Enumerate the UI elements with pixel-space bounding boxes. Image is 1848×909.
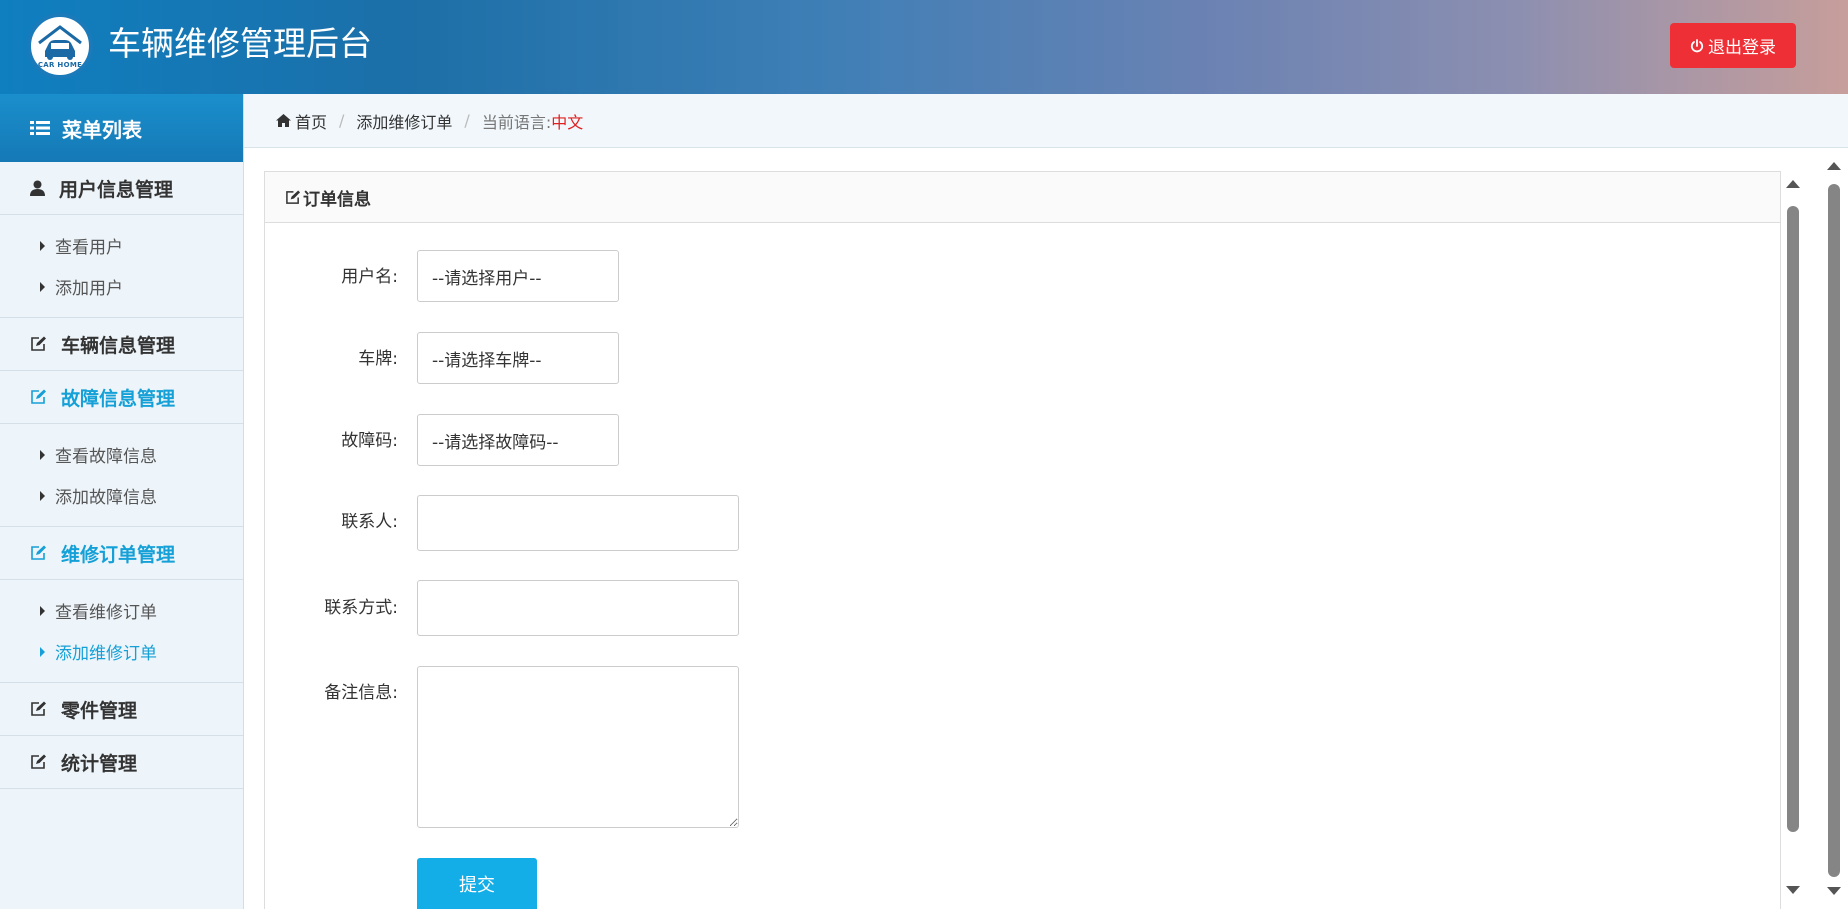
menu-group-vehicle[interactable]: 车辆信息管理	[0, 318, 243, 371]
menu-group-statistics[interactable]: 统计管理	[0, 736, 243, 789]
sidebar-item-add-user[interactable]: 添加用户	[0, 266, 243, 307]
scroll-down-arrow-icon[interactable]	[1786, 886, 1800, 894]
language-label: 当前语言:	[481, 112, 552, 132]
edit-icon	[31, 389, 46, 404]
submenu-user: 查看用户 添加用户	[0, 215, 243, 318]
caret-right-icon	[40, 449, 45, 460]
breadcrumb-home[interactable]: 首页	[295, 109, 327, 133]
caret-right-icon	[40, 605, 45, 616]
logout-label: 退出登录	[1708, 38, 1776, 58]
menu-group-user[interactable]: 用户信息管理	[0, 162, 243, 215]
plate-select-value: --请选择车牌--	[432, 350, 542, 371]
sidebar-item-label: 添加维修订单	[55, 644, 157, 664]
logout-button[interactable]: 退出登录	[1670, 23, 1796, 68]
menu-group-label: 零件管理	[61, 699, 138, 722]
language-value[interactable]: 中文	[551, 109, 583, 133]
sidebar-item-add-order[interactable]: 添加维修订单	[0, 631, 243, 672]
breadcrumb-separator: /	[464, 111, 470, 130]
list-icon	[30, 121, 50, 135]
sidebar-item-label: 查看故障信息	[55, 447, 157, 467]
contact-input[interactable]	[417, 495, 739, 551]
sidebar: 菜单列表 用户信息管理 查看用户 添加用户 车辆信息管理 故障信息管理 查看故障…	[0, 94, 244, 909]
scrollbar-thumb[interactable]	[1828, 184, 1840, 877]
menu-group-label: 用户信息管理	[59, 178, 174, 201]
submenu-repair-order: 查看维修订单 添加维修订单	[0, 580, 243, 683]
user-label: 用户名:	[341, 267, 398, 287]
plate-label: 车牌:	[358, 349, 398, 369]
submit-button[interactable]: 提交	[417, 858, 537, 909]
plate-select[interactable]: --请选择车牌--	[417, 332, 619, 384]
menu-group-label: 车辆信息管理	[61, 334, 176, 357]
menu-group-label: 维修订单管理	[61, 543, 176, 566]
fault-code-select-value: --请选择故障码--	[432, 432, 559, 453]
phone-input[interactable]	[417, 580, 739, 636]
panel-header: 订单信息	[265, 172, 1780, 223]
phone-label: 联系方式:	[324, 598, 398, 618]
edit-icon	[31, 701, 46, 716]
menu-group-parts[interactable]: 零件管理	[0, 683, 243, 736]
submenu-fault: 查看故障信息 添加故障信息	[0, 424, 243, 527]
sidebar-item-add-fault[interactable]: 添加故障信息	[0, 475, 243, 516]
edit-icon	[31, 545, 46, 560]
edit-icon	[31, 336, 46, 351]
sidebar-item-label: 查看维修订单	[55, 603, 157, 623]
logo-text: CAR HOME	[37, 61, 83, 69]
edit-icon	[31, 754, 46, 769]
sidebar-item-view-faults[interactable]: 查看故障信息	[0, 434, 243, 475]
caret-right-icon	[40, 490, 45, 501]
page-scrollbar[interactable]	[1827, 160, 1841, 909]
scrollbar-thumb[interactable]	[1787, 206, 1799, 832]
breadcrumb-current[interactable]: 添加维修订单	[356, 109, 452, 133]
menu-list-label: 菜单列表	[62, 117, 142, 142]
edit-icon	[286, 189, 301, 204]
caret-right-icon	[40, 240, 45, 251]
user-select-value: --请选择用户--	[432, 268, 542, 289]
menu-group-label: 统计管理	[61, 752, 138, 775]
sidebar-item-label: 添加故障信息	[55, 488, 157, 508]
power-icon	[1690, 38, 1704, 52]
caret-right-icon	[40, 646, 45, 657]
menu-group-label: 故障信息管理	[61, 387, 176, 410]
breadcrumb-separator: /	[339, 111, 345, 130]
sidebar-item-view-orders[interactable]: 查看维修订单	[0, 590, 243, 631]
scroll-up-arrow-icon[interactable]	[1827, 162, 1841, 170]
user-icon	[30, 180, 45, 196]
sidebar-item-view-users[interactable]: 查看用户	[0, 225, 243, 266]
home-icon	[276, 114, 291, 127]
inner-scrollbar[interactable]	[1786, 180, 1800, 909]
menu-group-fault[interactable]: 故障信息管理	[0, 371, 243, 424]
menu-list-heading: 菜单列表	[0, 94, 243, 162]
car-icon	[38, 25, 82, 60]
breadcrumb: 首页 / 添加维修订单 / 当前语言: 中文	[244, 94, 1848, 148]
panel-title: 订单信息	[303, 189, 371, 210]
contact-label: 联系人:	[341, 512, 398, 532]
sidebar-item-label: 添加用户	[55, 279, 123, 299]
caret-right-icon	[40, 281, 45, 292]
user-select[interactable]: --请选择用户--	[417, 250, 619, 302]
app-title: 车辆维修管理后台	[108, 24, 372, 63]
sidebar-item-label: 查看用户	[55, 238, 123, 258]
app-header: CAR HOME 车辆维修管理后台 退出登录	[0, 0, 1848, 94]
scroll-up-arrow-icon[interactable]	[1786, 180, 1800, 188]
fault-code-select[interactable]: --请选择故障码--	[417, 414, 619, 466]
scroll-down-arrow-icon[interactable]	[1827, 887, 1841, 895]
remark-label: 备注信息:	[324, 683, 398, 703]
car-home-logo: CAR HOME	[27, 13, 93, 79]
remark-textarea[interactable]	[417, 666, 739, 828]
fault-code-label: 故障码:	[341, 431, 398, 451]
menu-group-repair-order[interactable]: 维修订单管理	[0, 527, 243, 580]
